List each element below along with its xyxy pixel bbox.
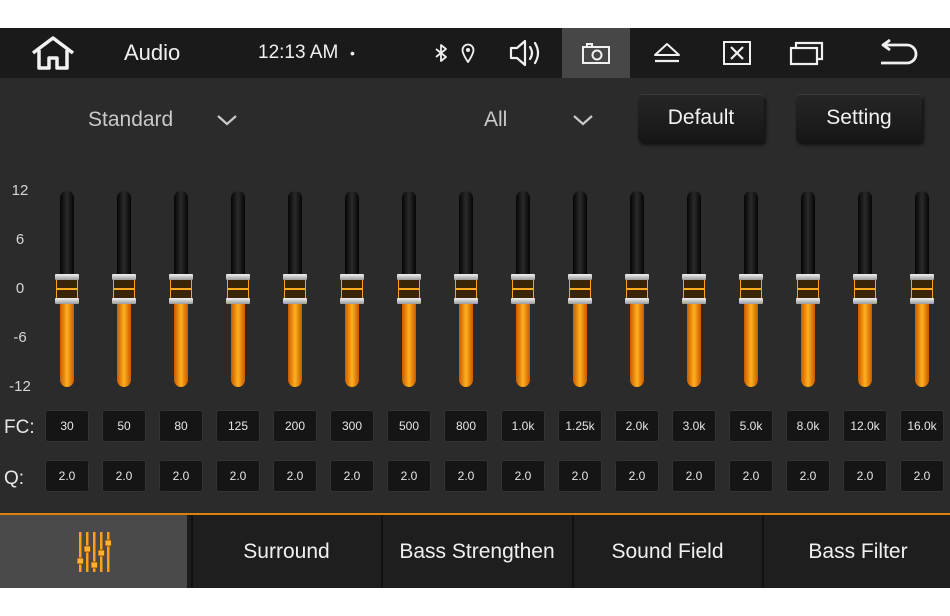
q-value-cell[interactable]: 2.0 xyxy=(786,460,830,492)
notification-dot: • xyxy=(350,45,355,61)
fc-value-cell[interactable]: 300 xyxy=(330,410,374,442)
setting-button[interactable]: Setting xyxy=(796,94,922,142)
eq-slider-knob[interactable] xyxy=(340,274,364,304)
scale-label: 12 xyxy=(11,182,29,199)
channel-value: All xyxy=(484,108,508,131)
scale-label: 6 xyxy=(15,231,25,248)
q-value-cell[interactable]: 2.0 xyxy=(900,460,944,492)
eq-slider-knob[interactable] xyxy=(682,274,706,304)
eq-slider-knob[interactable] xyxy=(739,274,763,304)
q-value-cell[interactable]: 2.0 xyxy=(45,460,89,492)
eq-slider-knob[interactable] xyxy=(169,274,193,304)
fc-row-label: FC: xyxy=(4,417,35,438)
tab-surround[interactable]: Surround xyxy=(190,515,381,588)
q-value-cell[interactable]: 2.0 xyxy=(672,460,716,492)
recent-apps-button[interactable] xyxy=(780,28,834,78)
q-value-cell[interactable]: 2.0 xyxy=(159,460,203,492)
tab-equalizer[interactable] xyxy=(0,515,187,588)
eq-slider-knob[interactable] xyxy=(910,274,934,304)
fc-value-cell[interactable]: 12.0k xyxy=(843,410,887,442)
eq-slider-knob[interactable] xyxy=(853,274,877,304)
fc-value-cell[interactable]: 1.0k xyxy=(501,410,545,442)
fc-value-cell[interactable]: 125 xyxy=(216,410,260,442)
q-value-cell[interactable]: 2.0 xyxy=(273,460,317,492)
q-value-cell[interactable]: 2.0 xyxy=(444,460,488,492)
default-button[interactable]: Default xyxy=(638,94,764,142)
recent-apps-icon xyxy=(789,41,824,66)
tab-sound-field[interactable]: Sound Field xyxy=(571,515,762,588)
volume-button[interactable] xyxy=(502,28,550,78)
q-value-cell[interactable]: 2.0 xyxy=(615,460,659,492)
audio-screen: Audio 12:13 AM • Standard All Default Se… xyxy=(0,28,950,588)
fc-value-cell[interactable]: 1.25k xyxy=(558,410,602,442)
tab-bar: Surround Bass Strengthen Sound Field Bass F… xyxy=(0,513,950,588)
eq-slider-knob[interactable] xyxy=(283,274,307,304)
eq-slider-knob[interactable] xyxy=(796,274,820,304)
location-icon xyxy=(458,28,478,78)
q-value-cell[interactable]: 2.0 xyxy=(387,460,431,492)
fc-value-cell[interactable]: 3.0k xyxy=(672,410,716,442)
scale-label: -6 xyxy=(13,329,27,346)
bluetooth-icon xyxy=(430,28,452,78)
fc-value-cell[interactable]: 30 xyxy=(45,410,89,442)
fc-value-cell[interactable]: 2.0k xyxy=(615,410,659,442)
close-app-button[interactable] xyxy=(710,28,764,78)
equalizer-icon xyxy=(76,531,111,572)
eq-slider-knob[interactable] xyxy=(397,274,421,304)
channel-dropdown[interactable]: All xyxy=(484,100,604,140)
scale-label: 0 xyxy=(15,280,25,297)
home-icon xyxy=(31,36,75,70)
scale-label: -12 xyxy=(9,378,31,395)
eject-button[interactable] xyxy=(640,28,694,78)
fc-value-cell[interactable]: 80 xyxy=(159,410,203,442)
screenshot-button[interactable] xyxy=(562,28,630,78)
fc-value-cell[interactable]: 500 xyxy=(387,410,431,442)
q-value-cell[interactable]: 2.0 xyxy=(843,460,887,492)
chevron-down-icon xyxy=(217,115,237,126)
camera-icon xyxy=(582,43,610,64)
q-value-cell[interactable]: 2.0 xyxy=(729,460,773,492)
back-button[interactable] xyxy=(866,28,928,78)
q-value-cell[interactable]: 2.0 xyxy=(102,460,146,492)
eq-slider-knob[interactable] xyxy=(625,274,649,304)
tab-bass-strengthen[interactable]: Bass Strengthen xyxy=(381,515,571,588)
q-value-cell[interactable]: 2.0 xyxy=(216,460,260,492)
back-icon xyxy=(881,39,918,65)
app-title: Audio xyxy=(124,40,181,65)
q-value-cell[interactable]: 2.0 xyxy=(330,460,374,492)
volume-icon xyxy=(509,39,540,67)
fc-value-cell[interactable]: 8.0k xyxy=(786,410,830,442)
home-button[interactable] xyxy=(22,28,84,78)
eq-slider-knob[interactable] xyxy=(55,274,79,304)
q-value-cell[interactable]: 2.0 xyxy=(558,460,602,492)
eq-slider-knob[interactable] xyxy=(454,274,478,304)
preset-dropdown[interactable]: Standard xyxy=(88,100,248,140)
chevron-down-icon xyxy=(573,115,593,126)
preset-value: Standard xyxy=(88,108,174,131)
eq-slider-knob[interactable] xyxy=(511,274,535,304)
eject-icon xyxy=(654,43,680,63)
fc-value-cell[interactable]: 50 xyxy=(102,410,146,442)
status-bar: Audio 12:13 AM • xyxy=(0,28,950,78)
eq-slider-knob[interactable] xyxy=(112,274,136,304)
close-icon xyxy=(723,41,751,65)
eq-slider-knob[interactable] xyxy=(226,274,250,304)
fc-value-cell[interactable]: 200 xyxy=(273,410,317,442)
q-row-label: Q: xyxy=(4,468,25,489)
fc-value-cell[interactable]: 800 xyxy=(444,410,488,442)
q-value-cell[interactable]: 2.0 xyxy=(501,460,545,492)
eq-slider-knob[interactable] xyxy=(568,274,592,304)
fc-value-cell[interactable]: 5.0k xyxy=(729,410,773,442)
fc-value-cell[interactable]: 16.0k xyxy=(900,410,944,442)
clock: 12:13 AM xyxy=(258,42,339,63)
tab-bass-filter[interactable]: Bass Filter xyxy=(762,515,950,588)
